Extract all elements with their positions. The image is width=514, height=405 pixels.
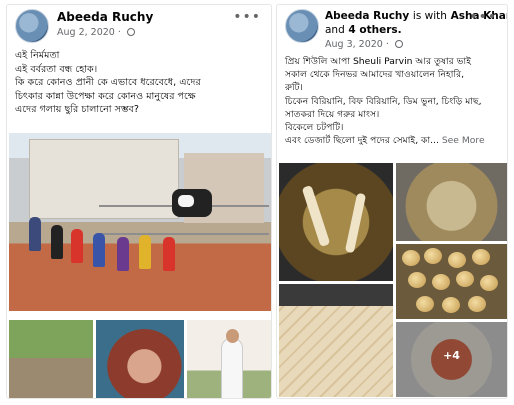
bone-shape: [301, 184, 331, 248]
author-name[interactable]: Abeeda Ruchy: [325, 10, 409, 22]
person-shape: [117, 237, 129, 271]
post-photo-more[interactable]: +4: [396, 322, 507, 397]
post-photo[interactable]: [279, 163, 393, 281]
avatar[interactable]: [15, 9, 49, 43]
text-line: চিৎকার কান্না উপেক্ষা করে কোনও মানুষের প…: [15, 90, 196, 102]
person-shape: [93, 233, 105, 267]
egg-shape: [432, 274, 450, 290]
egg-shape: [402, 250, 420, 266]
globe-icon: [394, 40, 403, 48]
post-photo[interactable]: [279, 284, 393, 397]
egg-shape: [472, 249, 490, 265]
tray-shape: [279, 284, 393, 306]
child-shape: [221, 329, 243, 398]
post-photo-main[interactable]: [9, 133, 271, 311]
author-name[interactable]: Abeeda Ruchy: [57, 10, 153, 24]
post-date[interactable]: Aug 3, 2020: [325, 39, 383, 50]
with-text: is with: [412, 10, 447, 22]
person-shape: [71, 229, 83, 263]
post-photo[interactable]: [9, 320, 93, 398]
tagged-others[interactable]: 4 others.: [348, 24, 401, 36]
text-line-last: এবং ডেজার্ট ছিলো দুই পদের সেমাই, কা... S…: [285, 134, 501, 147]
post-photo[interactable]: [396, 163, 507, 241]
globe-icon: [126, 28, 135, 36]
text-line: এই নির্মমতা: [15, 50, 60, 61]
egg-shape: [456, 271, 474, 287]
text-line: সাতকরা দিয়ে গরুর মাংস।: [285, 108, 380, 120]
person-shape: [139, 235, 151, 269]
egg-shape: [408, 272, 426, 288]
person-shape: [29, 217, 41, 251]
text-line: চিকেন বিরিয়ানি, বিফ বিরিয়ানি, ডিম ভুনা…: [285, 95, 482, 107]
text-line: রুটি।: [285, 82, 303, 94]
text-line: এদের গলায় ছুরি চালানো সম্ভব?: [15, 104, 139, 115]
post-header: Abeeda Ruchy Aug 2, 2020 · •••: [13, 9, 265, 47]
text-line: সকাল থেকে দিনভর আমাদের খাওয়ালেন নিহারি,: [285, 69, 465, 81]
post-photo[interactable]: [187, 320, 271, 398]
post-photo[interactable]: [396, 244, 507, 319]
cow-shape: [172, 189, 212, 217]
avatar[interactable]: [285, 9, 319, 43]
author-line-2: and 4 others.: [325, 24, 402, 36]
egg-shape: [424, 248, 442, 264]
post-meta: Aug 3, 2020 ·: [325, 39, 403, 50]
person-shape: [163, 237, 175, 271]
separator: ·: [117, 27, 124, 38]
text-line: কি করে কোনও প্রানী কে এভাবে ধরেবেধে, এদে…: [15, 77, 201, 88]
post-header: Abeeda Ruchy is with Asha Khan and 4 oth…: [283, 9, 507, 50]
post-photo[interactable]: [96, 320, 184, 398]
separator: ·: [385, 39, 392, 50]
more-photos-count[interactable]: +4: [396, 349, 507, 362]
egg-shape: [468, 296, 486, 312]
post-right: Abeeda Ruchy is with Asha Khan and 4 oth…: [276, 4, 508, 399]
bone-shape: [344, 192, 367, 254]
post-date[interactable]: Aug 2, 2020: [57, 27, 115, 38]
person-shape: [51, 225, 63, 259]
egg-shape: [416, 296, 434, 312]
post-text: প্রিয় শিউলি আপা Sheuli Parvin আর তুষার …: [285, 55, 501, 147]
post-text: এই নির্মমতা এই বর্বরতা বন্ধ হোক। কি করে …: [15, 49, 265, 117]
post-left: Abeeda Ruchy Aug 2, 2020 · ••• এই নির্মম…: [6, 4, 272, 399]
text-line: এই বর্বরতা বন্ধ হোক।: [15, 63, 98, 75]
more-options-icon[interactable]: •••: [469, 9, 497, 25]
text-line: বিকেলে চটপটি।: [285, 122, 344, 134]
text-line: এবং ডেজার্ট ছিলো দুই পদের সেমাই, কা...: [285, 135, 439, 147]
see-more-link[interactable]: See More: [442, 135, 485, 146]
post-meta: Aug 2, 2020 ·: [57, 27, 135, 38]
text-line: প্রিয় শিউলি আপা Sheuli Parvin আর তুষার …: [285, 56, 471, 67]
egg-shape: [448, 252, 466, 268]
egg-shape: [442, 297, 460, 313]
more-options-icon[interactable]: •••: [233, 9, 261, 25]
egg-shape: [480, 275, 498, 291]
and-text: and: [325, 24, 345, 36]
